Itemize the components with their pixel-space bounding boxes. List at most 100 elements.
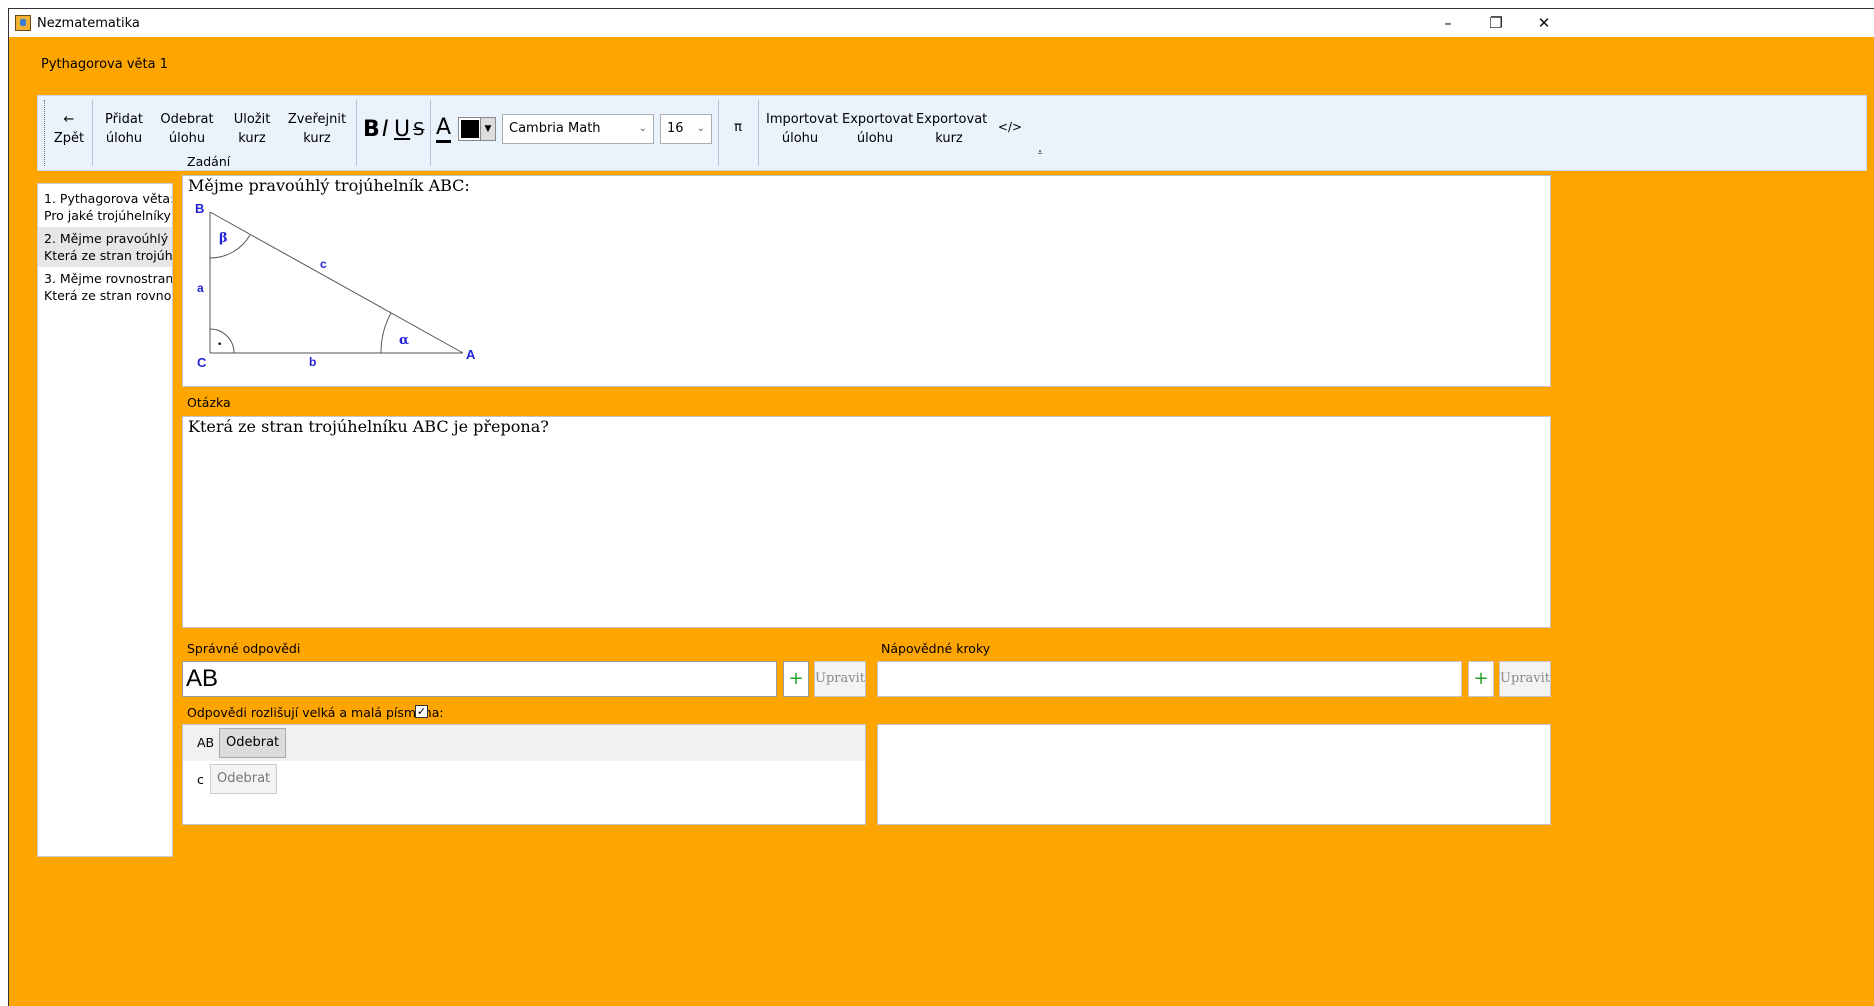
add-answer-button[interactable]: +: [783, 661, 809, 697]
import-task-button[interactable]: Importovat úlohu: [766, 110, 838, 148]
bold-button[interactable]: B: [363, 116, 380, 144]
chevron-down-icon: ⌄: [638, 123, 647, 134]
task-subtitle: Pro jaké trojúhelníky ...: [44, 208, 172, 223]
vertex-c-label: C: [197, 355, 207, 370]
export-task-label-2: úlohu: [856, 131, 894, 146]
font-family-select[interactable]: Cambria Math ⌄: [502, 114, 654, 144]
add-task-label-1: Přidat: [105, 112, 143, 127]
assignment-editor[interactable]: Mějme pravoúhlý trojúhelník ABC: B C A a…: [182, 175, 1551, 387]
answer-input-value: AB: [186, 665, 219, 692]
back-label: Zpět: [53, 131, 85, 146]
question-editor[interactable]: Která ze stran trojúhelníku ABC je přepo…: [182, 416, 1551, 628]
assignment-label: Zadání: [187, 154, 231, 169]
answer-input[interactable]: AB: [182, 661, 777, 697]
main-area: Pythagorova věta 1 ← Zpět Přidat úlohu O…: [9, 37, 1874, 1006]
remove-answer-button[interactable]: Odebrat: [210, 764, 278, 794]
export-task-button[interactable]: Exportovat úlohu: [842, 110, 914, 148]
question-label: Otázka: [187, 395, 231, 410]
remove-answer-button[interactable]: Odebrat: [219, 728, 287, 758]
case-sensitive-checkbox[interactable]: ✓: [415, 705, 428, 718]
task-subtitle: Která ze stran rovnos...: [44, 288, 172, 303]
save-course-button[interactable]: Uložit kurz: [228, 110, 276, 148]
insert-pi-button[interactable]: π: [730, 118, 746, 137]
separator: [718, 100, 719, 166]
window-title: Nezmatematika: [37, 15, 140, 31]
publish-course-label-1: Zveřejnit: [287, 112, 347, 127]
import-task-label-1: Importovat: [766, 112, 838, 127]
export-course-button[interactable]: Exportovat kurz: [916, 110, 988, 148]
triangle-figure: B C A a b c β α •: [195, 201, 476, 370]
hint-input[interactable]: [877, 661, 1462, 697]
edit-hint-button[interactable]: Upravit: [1499, 661, 1551, 697]
task-title: 2. Mějme pravoúhlý trojúhelník: [44, 231, 172, 246]
vertex-b-label: B: [195, 201, 204, 216]
import-task-label-2: úlohu: [781, 131, 819, 146]
answers-list: AB Odebrat c Odebrat: [182, 724, 866, 825]
underline-button[interactable]: U: [394, 116, 410, 144]
italic-button[interactable]: I: [382, 116, 389, 144]
font-size-value: 16: [667, 121, 684, 136]
overflow-icon[interactable]: ⩡: [1034, 144, 1046, 163]
answers-label: Správné odpovědi: [187, 641, 301, 656]
add-task-button[interactable]: Přidat úlohu: [100, 110, 148, 148]
separator: [758, 100, 759, 166]
app-window: Nezmatematika – ❐ ✕ Pythagorova věta 1 ←…: [8, 8, 1874, 1006]
edit-answer-button[interactable]: Upravit: [814, 661, 866, 697]
side-a-label: a: [197, 281, 204, 295]
chevron-down-icon: ⌄: [696, 123, 705, 134]
task-title: 1. Pythagorova věta:: [44, 191, 172, 206]
hints-label: Nápovědné kroky: [881, 641, 991, 656]
side-b-label: b: [309, 355, 316, 369]
export-task-label-1: Exportovat: [842, 112, 914, 127]
answer-row: c Odebrat: [183, 761, 865, 797]
vertex-a-label: A: [466, 347, 476, 362]
task-subtitle: Která ze stran trojúh...: [44, 248, 172, 263]
document-title: Pythagorova věta 1: [41, 57, 169, 72]
font-family-value: Cambria Math: [509, 121, 601, 136]
ribbon-grip: [44, 100, 46, 166]
back-arrow-icon: ←: [63, 112, 75, 127]
back-button[interactable]: ← Zpět: [50, 110, 88, 148]
beta-arc: [209, 234, 251, 259]
separator: [430, 100, 431, 166]
hints-list: [877, 724, 1551, 825]
chevron-down-icon: ▼: [480, 118, 495, 140]
font-size-select[interactable]: 16 ⌄: [660, 114, 712, 144]
task-list-item-1[interactable]: 1. Pythagorova věta: Pro jaké trojúhelní…: [38, 187, 172, 227]
save-course-label-2: kurz: [238, 131, 266, 146]
side-c-label: c: [320, 257, 327, 271]
right-angle-dot: •: [217, 340, 222, 350]
alpha-label: α: [399, 333, 409, 348]
font-color-button[interactable]: A: [436, 116, 452, 143]
question-text: Která ze stran trojúhelníku ABC je přepo…: [188, 417, 549, 436]
publish-course-button[interactable]: Zveřejnit kurz: [286, 110, 348, 148]
task-list: 1. Pythagorova věta: Pro jaké trojúhelní…: [37, 183, 173, 857]
task-list-item-3[interactable]: 3. Mějme rovnostranný Která ze stran rov…: [38, 267, 172, 307]
title-bar: Nezmatematika – ❐ ✕: [9, 9, 1874, 37]
case-sensitive-label: Odpovědi rozlišují velká a malá písmena:: [187, 705, 444, 720]
highlight-color-picker[interactable]: ▼: [458, 117, 496, 141]
answer-value: AB: [197, 735, 215, 750]
add-task-label-2: úlohu: [105, 131, 143, 146]
remove-task-label-1: Odebrat: [160, 112, 214, 127]
beta-label: β: [219, 231, 228, 246]
task-list-item-2[interactable]: 2. Mějme pravoúhlý trojúhelník Která ze …: [38, 227, 172, 267]
strikethrough-button[interactable]: S: [413, 116, 424, 144]
side-c-line: [209, 211, 464, 354]
alpha-arc: [380, 312, 392, 354]
toolbar-ribbon: ← Zpět Přidat úlohu Odebrat úlohu Uložit…: [37, 95, 1867, 171]
separator: [92, 100, 93, 166]
publish-course-label-2: kurz: [303, 131, 331, 146]
answer-row: AB Odebrat: [183, 725, 865, 761]
export-course-label-1: Exportovat: [916, 112, 988, 127]
answer-value: c: [197, 772, 204, 787]
task-title: 3. Mějme rovnostranný: [44, 271, 172, 286]
separator: [356, 100, 357, 166]
app-icon: [15, 15, 31, 31]
save-course-label-1: Uložit: [233, 112, 271, 127]
add-hint-button[interactable]: +: [1468, 661, 1494, 697]
code-view-button[interactable]: </>: [996, 118, 1024, 137]
remove-task-button[interactable]: Odebrat úlohu: [158, 110, 216, 148]
remove-task-label-2: úlohu: [168, 131, 206, 146]
close-button[interactable]: ✕: [1515, 9, 1573, 37]
